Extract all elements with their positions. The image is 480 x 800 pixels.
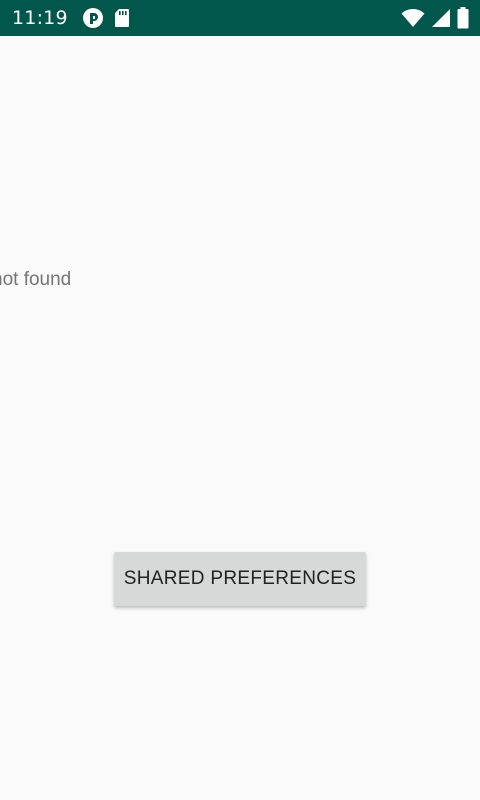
sd-card-icon — [114, 8, 130, 28]
wifi-icon — [401, 8, 425, 28]
status-right-icons — [401, 7, 469, 29]
battery-icon — [457, 7, 469, 29]
status-message: not found — [0, 269, 72, 290]
circle-badge-icon — [82, 7, 104, 29]
shared-preferences-button[interactable]: SHARED PREFERENCES — [114, 552, 366, 606]
app-content: not found SHARED PREFERENCES — [0, 36, 480, 800]
status-bar: 11:19 — [0, 0, 480, 36]
status-left-icons — [82, 7, 130, 29]
status-time: 11:19 — [12, 7, 68, 29]
cell-signal-icon — [431, 8, 451, 28]
